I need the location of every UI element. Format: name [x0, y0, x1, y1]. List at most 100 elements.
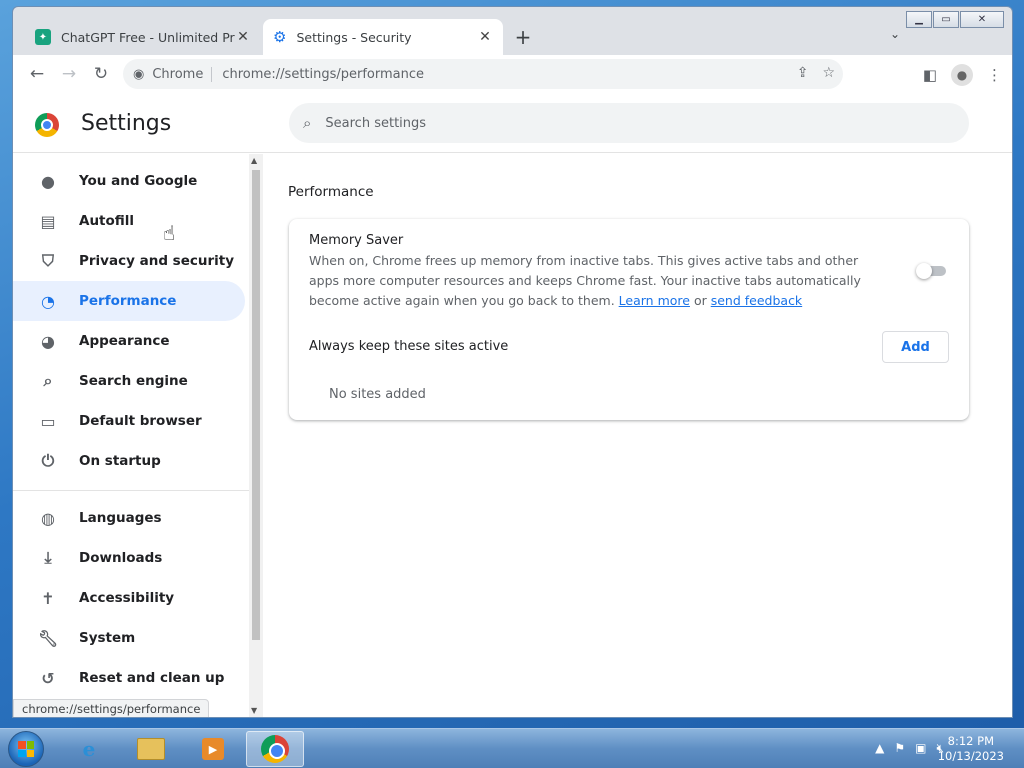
sidebar-item-label: On startup [79, 453, 161, 469]
taskbar-media-player[interactable]: ▶ [184, 731, 242, 767]
download-icon: ⤓ [44, 548, 52, 567]
link-status-tooltip: chrome://settings/performance [13, 699, 210, 717]
wrench-icon: 🔧︎ [37, 628, 59, 648]
sidebar-item-label: Languages [79, 510, 162, 526]
sidebar-item-search-engine[interactable]: ⌕ Search engine [13, 361, 245, 401]
settings-sidebar: ● You and Google ▤ Autofill ⛉ Privacy an… [13, 154, 249, 717]
sidebar-item-you-and-google[interactable]: ● You and Google [13, 161, 245, 201]
sidebar-item-privacy-and-security[interactable]: ⛉ Privacy and security [13, 241, 245, 281]
taskbar-internet-explorer[interactable]: e [60, 731, 118, 767]
windows-logo-icon [18, 741, 34, 757]
tab-settings[interactable]: ⚙ Settings - Security ✕ [263, 19, 503, 55]
sidebar-scrollbar[interactable]: ▲ ▼ [249, 154, 263, 717]
action-center-flag-icon[interactable]: ⚑ [894, 741, 905, 756]
network-icon[interactable]: ▣ [915, 741, 926, 756]
scroll-up-arrow-icon[interactable]: ▲ [251, 156, 257, 165]
forward-arrow-icon[interactable]: → [53, 64, 85, 84]
chrome-site-icon: ◉ [133, 66, 145, 82]
taskbar-clock[interactable]: 8:12 PM 10/13/2023 [938, 734, 1004, 764]
clock-date: 10/13/2023 [937, 749, 1004, 763]
sidebar-item-label: Search engine [79, 373, 188, 389]
maximize-button[interactable]: ▭ [933, 11, 959, 28]
tab-search-chevron-icon[interactable]: ⌄ [890, 27, 900, 41]
toolbar: ← → ↻ ◉ Chrome chrome://settings/perform… [13, 55, 1012, 93]
clipboard-icon: ▤ [40, 211, 56, 231]
send-feedback-link[interactable]: send feedback [711, 293, 802, 308]
sidebar-divider [13, 490, 249, 491]
sidebar-item-languages[interactable]: ◍ Languages [13, 498, 245, 538]
sidebar-item-accessibility[interactable]: ✝ Accessibility [13, 578, 245, 618]
sidebar-item-performance[interactable]: ◔ Performance [13, 281, 245, 321]
sidebar-item-label: Default browser [79, 413, 202, 429]
tab-title: ChatGPT Free - Unlimited Promp [61, 29, 235, 45]
taskbar-file-explorer[interactable] [122, 731, 180, 767]
performance-card: Memory Saver When on, Chrome frees up me… [289, 219, 969, 420]
more-menu-icon[interactable]: ⋮ [987, 66, 1002, 84]
sidebar-item-label: Privacy and security [79, 253, 235, 269]
sidebar-item-reset-and-clean-up[interactable]: ↺ Reset and clean up [13, 658, 245, 698]
page-title: Settings [81, 111, 172, 136]
omnibox-url[interactable]: chrome://settings/performance [222, 67, 424, 82]
taskbar: e ▶ ▲ ⚑ ▣ 🔇︎ 8:12 PM 10/13/2023 [0, 728, 1024, 768]
person-icon: ● [41, 171, 55, 191]
back-arrow-icon[interactable]: ← [21, 64, 53, 84]
sidebar-item-label: Appearance [79, 333, 170, 349]
window-controls: ▁ ▭ ✕ [906, 11, 1004, 28]
sidebar-item-autofill[interactable]: ▤ Autofill [13, 201, 245, 241]
settings-header: Settings ⌕ [13, 93, 1012, 153]
browser-icon: ▭ [40, 411, 56, 431]
learn-more-link[interactable]: Learn more [619, 293, 690, 308]
sidebar-item-default-browser[interactable]: ▭ Default browser [13, 401, 245, 441]
new-tab-button[interactable]: + [511, 25, 535, 49]
minimize-button[interactable]: ▁ [906, 11, 932, 28]
sidebar-item-system[interactable]: 🔧︎ System [13, 618, 245, 658]
sidebar-item-label: Downloads [79, 550, 163, 566]
history-icon: ↺ [41, 668, 55, 688]
share-icon[interactable]: ⇪ [797, 65, 809, 81]
tab-chatgpt[interactable]: ✦ ChatGPT Free - Unlimited Promp ✕ [25, 19, 261, 55]
reload-icon[interactable]: ↻ [85, 64, 117, 84]
show-hidden-icons-chevron-icon[interactable]: ▲ [875, 741, 884, 756]
close-icon[interactable]: ✕ [477, 29, 493, 45]
taskbar-chrome[interactable] [246, 731, 304, 767]
clock-time: 8:12 PM [947, 734, 995, 748]
globe-icon: ◍ [41, 508, 55, 528]
bookmark-star-icon[interactable]: ☆ [822, 65, 835, 81]
system-tray: ▲ ⚑ ▣ 🔇︎ [875, 741, 944, 756]
search-icon: ⌕ [303, 114, 312, 132]
speedometer-icon: ◔ [41, 291, 55, 311]
side-panel-icon[interactable]: ◧ [923, 66, 937, 84]
sidebar-item-on-startup[interactable]: ⏻ On startup [13, 441, 245, 481]
shield-icon: ⛉ [41, 251, 54, 270]
palette-icon: ◕ [41, 331, 55, 351]
gear-icon: ⚙ [273, 28, 287, 46]
address-bar[interactable]: ◉ Chrome chrome://settings/performance ⇪… [123, 59, 843, 89]
memory-saver-title: Memory Saver [309, 233, 404, 248]
power-icon: ⏻ [41, 451, 55, 470]
profile-avatar-icon[interactable]: ● [951, 64, 973, 86]
chrome-logo-icon [35, 113, 59, 137]
settings-page: Settings ⌕ ● You and Google ▤ Autofill ⛉… [13, 93, 1012, 717]
toggle-knob [916, 263, 932, 279]
add-site-button[interactable]: Add [882, 331, 949, 363]
sidebar-item-label: Accessibility [79, 590, 175, 606]
section-heading: Performance [288, 184, 374, 200]
window-close-button[interactable]: ✕ [960, 11, 1004, 28]
scroll-thumb[interactable] [252, 170, 260, 640]
media-player-icon: ▶ [202, 738, 224, 760]
sidebar-item-label: Performance [79, 293, 177, 309]
or-text: or [693, 293, 707, 308]
memory-saver-description: When on, Chrome frees up memory from ina… [309, 251, 889, 311]
search-settings-input[interactable] [325, 115, 886, 131]
hand-cursor-icon: ☝ [163, 221, 176, 245]
sidebar-item-downloads[interactable]: ⤓ Downloads [13, 538, 245, 578]
start-button[interactable] [8, 731, 44, 767]
search-icon: ⌕ [43, 371, 53, 390]
search-settings-box[interactable]: ⌕ [289, 103, 969, 143]
close-icon[interactable]: ✕ [235, 29, 251, 45]
chrome-icon [261, 735, 289, 763]
internet-explorer-icon: e [82, 737, 96, 761]
memory-saver-toggle[interactable] [916, 263, 946, 279]
sidebar-item-appearance[interactable]: ◕ Appearance [13, 321, 245, 361]
scroll-down-arrow-icon[interactable]: ▼ [251, 706, 257, 715]
